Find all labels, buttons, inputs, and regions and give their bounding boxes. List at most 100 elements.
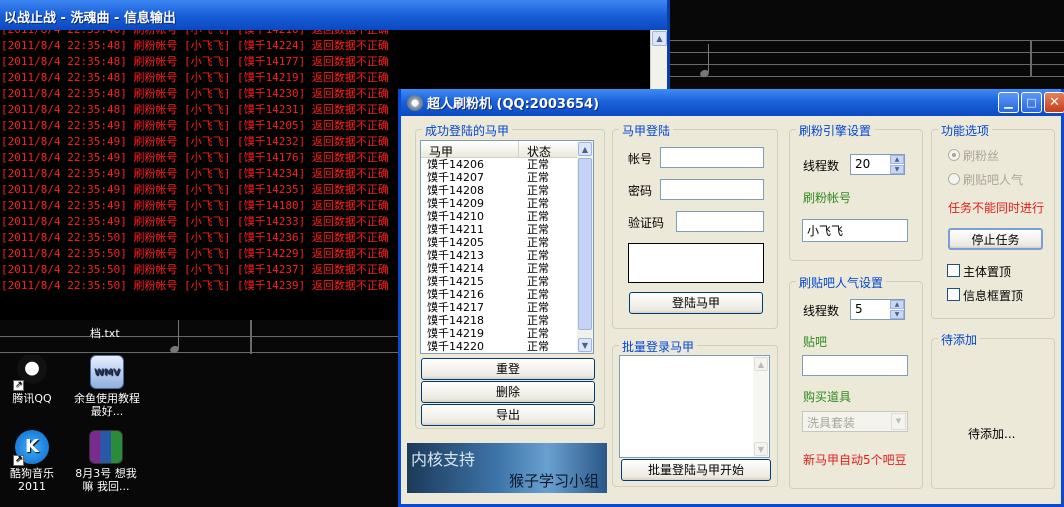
list-item[interactable]: 馍千14214 正常 — [421, 262, 577, 275]
account-name: 馍千14205 — [427, 236, 484, 249]
tieba-threads-stepper[interactable]: 5 ▲ ▼ — [850, 299, 905, 320]
password-input[interactable] — [660, 179, 764, 200]
radio-popularity-label: 刷贴吧人气 — [963, 173, 1024, 187]
accounts-group-title: 成功登陆的马甲 — [422, 122, 513, 139]
batch-accounts-textarea[interactable]: ▲ ▼ — [619, 355, 770, 458]
list-item[interactable]: 馍千14207 正常 — [421, 171, 577, 184]
login-group-title: 马甲登陆 — [619, 122, 674, 139]
desktop-partial-label: 档.txt — [90, 327, 120, 340]
list-item[interactable]: 馍千14216 正常 — [421, 288, 577, 301]
pending-group: 待添加 — [931, 331, 1055, 489]
accounts-list[interactable]: 马甲 状态 馍千14206 正常 馍千14207 正常 馍千14208 正常 馍千14209… — [420, 140, 594, 354]
textarea-scrollbar[interactable]: ▲ ▼ — [753, 356, 769, 457]
options-group-title: 功能选项 — [938, 122, 993, 139]
list-item[interactable]: 馍千14213 正常 — [421, 249, 577, 262]
delete-button[interactable]: 删除 — [421, 381, 595, 403]
list-item[interactable]: 馍千14206 正常 — [421, 158, 577, 171]
stop-task-button[interactable]: 停止任务 — [948, 228, 1043, 250]
account-name: 馍千14209 — [427, 197, 484, 210]
list-item[interactable]: 馍千14217 正常 — [421, 301, 577, 314]
account-name: 馍千14208 — [427, 184, 484, 197]
account-status: 正常 — [527, 288, 549, 301]
account-status: 正常 — [527, 301, 549, 314]
info-top-label: 信息框置顶 — [963, 289, 1024, 303]
scroll-down-icon[interactable]: ▼ — [754, 442, 768, 456]
scroll-up-icon[interactable]: ▲ — [652, 31, 667, 46]
chevron-down-icon[interactable]: ▼ — [891, 413, 906, 430]
close-button[interactable]: ✕ — [1044, 92, 1064, 113]
account-status: 正常 — [527, 184, 549, 197]
account-status: 正常 — [527, 158, 549, 171]
banner-right-text: 猴子学习小组 — [508, 472, 599, 490]
app-titlebar[interactable]: 超人刷粉机 (QQ:2003654) — [401, 89, 1061, 116]
account-status: 正常 — [527, 223, 549, 236]
item-select[interactable]: 洗具套装 ▼ — [802, 411, 908, 432]
list-scrollbar[interactable]: ▲ ▼ — [577, 141, 593, 353]
desktop-icon-label: 余鱼使用教程 最好... — [74, 392, 140, 418]
maximize-button[interactable]: □ — [1021, 92, 1042, 113]
info-top-checkbox[interactable] — [947, 288, 960, 301]
shortcut-arrow-icon: ↗ — [13, 455, 24, 466]
list-item[interactable]: 馍千14205 正常 — [421, 236, 577, 249]
list-item[interactable]: 馍千14215 正常 — [421, 275, 577, 288]
tieba-threads-label: 线程数 — [803, 304, 840, 318]
account-name: 馍千14216 — [427, 288, 484, 301]
log-line: [2011/8/4 22:35:48] 刷粉帐号 [小飞飞] [馍千14219]… — [1, 71, 389, 84]
login-button[interactable]: 登陆马甲 — [629, 292, 763, 314]
account-status: 正常 — [527, 236, 549, 249]
engine-threads-value: 20 — [855, 157, 871, 171]
list-item[interactable]: 馍千14218 正常 — [421, 314, 577, 327]
batch-login-group-title: 批量登录马甲 — [619, 338, 698, 355]
account-name: 馍千14207 — [427, 171, 484, 184]
account-status: 正常 — [527, 275, 549, 288]
staff-bar — [1030, 40, 1032, 77]
list-item[interactable]: 馍千14220 正常 — [421, 340, 577, 353]
fans-account-input[interactable]: 小飞飞 — [802, 219, 908, 242]
engine-threads-stepper[interactable]: 20 ▲ ▼ — [850, 154, 905, 175]
desktop-icon-kugou[interactable]: K ↗ 酷狗音乐 2011 — [0, 430, 64, 493]
account-name: 馍千14213 — [427, 249, 484, 262]
scroll-up-icon[interactable]: ▲ — [754, 357, 768, 371]
batch-login-start-button[interactable]: 批量登陆马甲开始 — [621, 459, 771, 481]
log-line: [2011/8/4 22:35:48] 刷粉帐号 [小飞飞] [馍千14177]… — [1, 55, 389, 68]
spin-down-icon[interactable]: ▼ — [890, 165, 904, 174]
desktop-icon-label: 8月3号 想我嘛 我回... — [75, 467, 137, 493]
pending-text: 待添加... — [968, 427, 1016, 441]
desktop-icon-qq[interactable]: ↗ 腾讯QQ — [0, 355, 64, 405]
desktop-icon-video[interactable]: WMV 余鱼使用教程 最好... — [74, 355, 140, 418]
list-item[interactable]: 馍千14209 正常 — [421, 197, 577, 210]
list-item[interactable]: 馍千14208 正常 — [421, 184, 577, 197]
list-item[interactable]: 馍千14210 正常 — [421, 210, 577, 223]
account-name: 馍千14206 — [427, 158, 484, 171]
captcha-input[interactable] — [676, 211, 764, 232]
account-input[interactable] — [660, 147, 764, 168]
console-title[interactable]: 以战止战 - 洗魂曲 - 信息输出 — [0, 0, 667, 30]
relogin-button[interactable]: 重登 — [421, 358, 595, 380]
password-label: 密码 — [628, 184, 653, 198]
app-window: 超人刷粉机 (QQ:2003654) ▁ □ ✕ 成功登陆的马甲 马甲 状态 馍… — [398, 89, 1064, 507]
scroll-up-icon[interactable]: ▲ — [578, 142, 592, 156]
list-item[interactable]: 馍千14211 正常 — [421, 223, 577, 236]
main-top-checkbox[interactable] — [947, 264, 960, 277]
music-note-stem — [178, 320, 179, 348]
tieba-input[interactable] — [802, 355, 908, 376]
spin-up-icon[interactable]: ▲ — [890, 300, 904, 309]
scroll-thumb[interactable] — [578, 158, 592, 330]
minimize-button[interactable]: ▁ — [998, 92, 1019, 113]
radio-fans[interactable] — [948, 149, 960, 161]
radio-fans-label: 刷粉丝 — [963, 149, 1000, 163]
desktop-icon-archive[interactable]: 8月3号 想我嘛 我回... — [70, 430, 142, 493]
scroll-down-icon[interactable]: ▼ — [578, 338, 592, 352]
radio-popularity[interactable] — [948, 173, 960, 185]
desktop-icon-label: 酷狗音乐 2011 — [10, 467, 54, 493]
engine-threads-label: 线程数 — [803, 159, 840, 173]
account-status: 正常 — [527, 314, 549, 327]
list-item[interactable]: 馍千14219 正常 — [421, 327, 577, 340]
account-status: 正常 — [527, 210, 549, 223]
desktop-icon-label: 腾讯QQ — [12, 392, 52, 405]
export-button[interactable]: 导出 — [421, 404, 595, 426]
main-top-label: 主体置顶 — [963, 265, 1012, 279]
spin-up-icon[interactable]: ▲ — [890, 155, 904, 164]
spin-down-icon[interactable]: ▼ — [890, 310, 904, 319]
kugou-music-icon: K ↗ — [13, 430, 49, 466]
